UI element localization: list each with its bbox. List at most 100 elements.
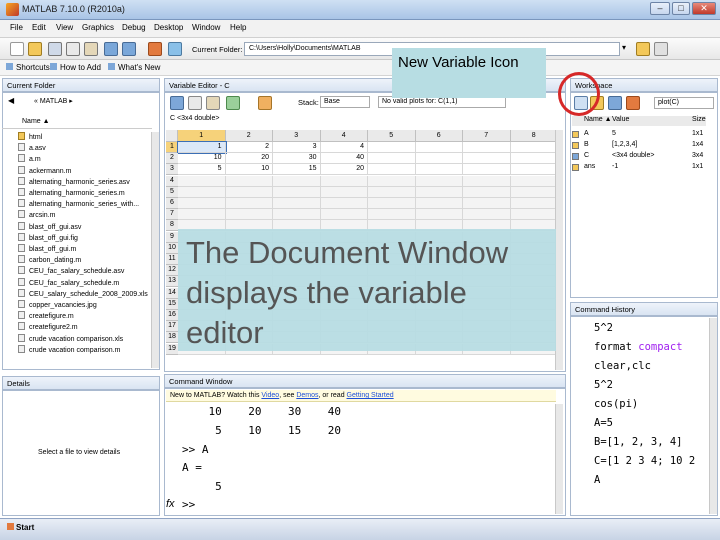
file-list-item[interactable]: CEU_fac_salary_schedule.asv	[18, 266, 124, 275]
ws-size-header[interactable]: Size	[692, 116, 706, 123]
column-header[interactable]: 5	[368, 130, 416, 142]
row-header[interactable]: 12	[166, 265, 178, 277]
grid-cell[interactable]	[273, 175, 321, 187]
grid-cell[interactable]	[510, 142, 556, 153]
paste-icon[interactable]	[84, 42, 98, 56]
grid-cell[interactable]	[225, 175, 273, 187]
grid-cell[interactable]	[368, 209, 416, 221]
simulink-icon[interactable]	[148, 42, 162, 56]
delete-variable-icon[interactable]	[626, 96, 640, 110]
brush-icon[interactable]	[258, 96, 272, 110]
file-list-item[interactable]: alternating_harmonic_series_with...	[18, 199, 139, 208]
history-line[interactable]: cos(pi)	[594, 398, 638, 410]
file-list-item[interactable]: html	[18, 132, 42, 141]
file-list-item[interactable]: createfigure.m	[18, 311, 74, 320]
row-header[interactable]: 7	[166, 209, 178, 221]
maximize-button[interactable]: □	[672, 2, 690, 15]
row-header[interactable]: 6	[166, 198, 178, 209]
menu-debug[interactable]: Debug	[122, 23, 146, 32]
grid-cell[interactable]: 10	[225, 164, 273, 176]
how-to-add-link[interactable]: How to Add	[50, 63, 101, 72]
command-window-scrollbar[interactable]	[555, 404, 563, 514]
grid-cell[interactable]: 2	[225, 142, 273, 153]
grid-cell[interactable]	[463, 164, 511, 176]
dropdown-arrow-icon[interactable]: ▾	[622, 43, 634, 56]
up-folder-icon[interactable]	[654, 42, 668, 56]
row-header[interactable]: 17	[166, 321, 178, 333]
history-line[interactable]: format compact	[594, 341, 683, 353]
grid-cell[interactable]	[463, 142, 511, 153]
grid-cell[interactable]	[178, 198, 226, 209]
history-line[interactable]: 5^2	[594, 322, 613, 334]
grid-cell[interactable]	[463, 198, 511, 209]
new-file-icon[interactable]	[10, 42, 24, 56]
grid-cell[interactable]: 1	[177, 141, 227, 154]
grid-cell[interactable]	[320, 186, 368, 198]
row-header[interactable]: 3	[166, 164, 178, 176]
history-line[interactable]: B=[1, 2, 3, 4]	[594, 436, 683, 448]
row-header[interactable]: 5	[166, 186, 178, 198]
file-list-item[interactable]: createfigure2.m	[18, 322, 78, 331]
grid-cell[interactable]	[415, 164, 463, 176]
grid-cell[interactable]	[415, 175, 463, 187]
grid-cell[interactable]: 15	[273, 164, 321, 176]
file-list-item[interactable]: blast_off_gui.asv	[18, 221, 81, 231]
grid-cell[interactable]	[510, 164, 556, 176]
column-header[interactable]: 6	[415, 130, 463, 142]
grid-cell[interactable]	[415, 209, 463, 221]
menu-file[interactable]: File	[10, 23, 23, 32]
help-icon[interactable]	[168, 42, 182, 56]
history-scrollbar[interactable]	[709, 318, 717, 514]
workspace-variable-row[interactable]: ans -1 1x1	[572, 163, 706, 173]
file-list-item[interactable]: CEU_salary_schedule_2008_2009.xls	[18, 288, 148, 298]
grid-cell[interactable]	[368, 186, 416, 198]
back-arrow-icon[interactable]: ◀	[8, 96, 20, 106]
grid-cell[interactable]	[368, 164, 416, 176]
history-line[interactable]: C=[1 2 3 4; 10 2	[594, 455, 695, 467]
menu-graphics[interactable]: Graphics	[82, 23, 114, 32]
file-list-item[interactable]: crude vacation comparison.xls	[18, 333, 123, 343]
column-header[interactable]: 2	[225, 130, 273, 142]
fx-icon[interactable]: fx	[166, 498, 175, 510]
file-list-item[interactable]: blast_off_gui.m	[18, 244, 76, 253]
grid-cell[interactable]	[273, 209, 321, 221]
grid-cell[interactable]	[510, 175, 556, 187]
grid-cell[interactable]	[415, 198, 463, 209]
grid-cell[interactable]	[273, 186, 321, 198]
row-header[interactable]: 15	[166, 298, 178, 310]
row-header[interactable]: 16	[166, 310, 178, 321]
cut-icon[interactable]	[48, 42, 62, 56]
grid-cell[interactable]	[463, 209, 511, 221]
file-list-item[interactable]: CEU_fac_salary_schedule.m	[18, 277, 119, 287]
column-header[interactable]: 4	[320, 130, 368, 142]
copy-icon[interactable]	[66, 42, 80, 56]
row-header[interactable]: 10	[166, 242, 178, 254]
row-header[interactable]: 18	[166, 332, 178, 344]
column-header[interactable]: 1	[178, 130, 226, 142]
menu-window[interactable]: Window	[192, 23, 220, 32]
menu-help[interactable]: Help	[230, 23, 246, 32]
file-list-item[interactable]: alternating_harmonic_series.asv	[18, 176, 130, 186]
grid-cell[interactable]	[320, 198, 368, 209]
workspace-plot-select[interactable]: plot(C)	[654, 97, 714, 109]
grid-cell[interactable]: 5	[178, 164, 226, 176]
file-list-item[interactable]: a.asv	[18, 143, 46, 152]
stack-select[interactable]: Base	[320, 96, 370, 108]
grid-cell[interactable]	[273, 198, 321, 209]
grid-corner[interactable]	[166, 130, 178, 142]
grid-cell[interactable]	[178, 186, 226, 198]
command-prompt[interactable]: >>	[182, 498, 195, 511]
file-list-item[interactable]: copper_vacancies.jpg	[18, 300, 97, 309]
name-column-header[interactable]: Name ▲	[22, 118, 50, 125]
file-list-item[interactable]: alternating_harmonic_series.m	[18, 188, 125, 197]
file-list-item[interactable]: a.m	[18, 154, 41, 163]
close-button[interactable]: ✕	[692, 2, 716, 15]
workspace-variable-row[interactable]: B [1,2,3,4] 1x4	[572, 141, 706, 151]
grid-cell[interactable]: 10	[178, 153, 226, 165]
grid-cell[interactable]: 4	[320, 142, 368, 153]
menu-edit[interactable]: Edit	[32, 23, 46, 32]
grid-cell[interactable]	[463, 153, 511, 165]
paste-icon[interactable]	[206, 96, 220, 110]
grid-cell[interactable]	[368, 153, 416, 165]
menu-desktop[interactable]: Desktop	[154, 23, 183, 32]
